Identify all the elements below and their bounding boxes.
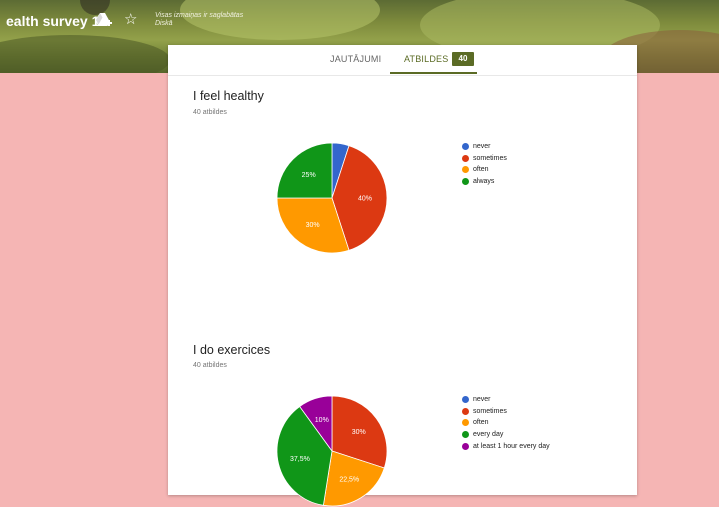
legend-label: always bbox=[473, 178, 495, 186]
pie-chart-exercise: 30% 22,5% 37,5% 10% bbox=[276, 395, 388, 507]
pie-slice-always bbox=[276, 142, 333, 199]
active-tab-indicator bbox=[390, 72, 477, 74]
star-outline-icon[interactable]: ☆ bbox=[124, 11, 137, 29]
question-title: I feel healthy bbox=[193, 89, 264, 103]
form-card: JAUTĀJUMI ATBILDES 40 I feel healthy 40 … bbox=[168, 45, 637, 507]
legend-label: often bbox=[473, 166, 489, 174]
save-status: Visas izmaiņas ir saglabātas Diskā bbox=[155, 12, 243, 28]
legend-swatch bbox=[462, 442, 469, 450]
response-count: 40 atbildes bbox=[193, 109, 227, 116]
save-status-line1: Visas izmaiņas ir saglabātas bbox=[155, 12, 244, 19]
form-title: ealth survey 1 bbox=[6, 13, 100, 29]
pie-slice-label: 30% bbox=[306, 222, 320, 229]
tab-responses[interactable]: ATBILDES bbox=[404, 54, 448, 64]
pie-slice-label: 10% bbox=[315, 417, 329, 424]
legend-swatch bbox=[462, 178, 469, 186]
pie-slice-label: 37,5% bbox=[290, 456, 310, 463]
legend-label: at least 1 hour every day bbox=[473, 442, 550, 450]
legend-label: often bbox=[473, 419, 489, 427]
legend-swatch bbox=[462, 419, 469, 427]
legend-swatch bbox=[462, 396, 469, 403]
tab-questions[interactable]: JAUTĀJUMI bbox=[330, 54, 381, 64]
pie-slice-label: 22,5% bbox=[339, 477, 359, 484]
legend-label: never bbox=[473, 396, 491, 403]
save-status-line2: Diskā bbox=[155, 20, 173, 27]
tabs-bar: JAUTĀJUMI ATBILDES 40 bbox=[168, 45, 637, 76]
response-count: 40 atbildes bbox=[193, 362, 227, 369]
pie-chart-healthy: 40% 30% 25% bbox=[276, 142, 388, 254]
legend-swatch bbox=[462, 166, 469, 174]
legend-swatch bbox=[462, 143, 469, 150]
legend-swatch bbox=[462, 407, 469, 415]
pie-slice-label: 30% bbox=[352, 429, 366, 436]
legend-swatch bbox=[462, 154, 469, 162]
legend-label: sometimes bbox=[473, 154, 507, 162]
pie-slice-label: 40% bbox=[358, 196, 372, 203]
responses-count-badge: 40 bbox=[452, 52, 474, 66]
pie-slice-label: 25% bbox=[302, 172, 316, 179]
legend-label: never bbox=[473, 143, 491, 150]
question-title: I do exercices bbox=[193, 343, 271, 357]
legend-label: every day bbox=[473, 431, 504, 439]
legend-label: sometimes bbox=[473, 407, 507, 415]
drive-add-icon[interactable] bbox=[94, 12, 112, 28]
legend-swatch bbox=[462, 431, 469, 439]
